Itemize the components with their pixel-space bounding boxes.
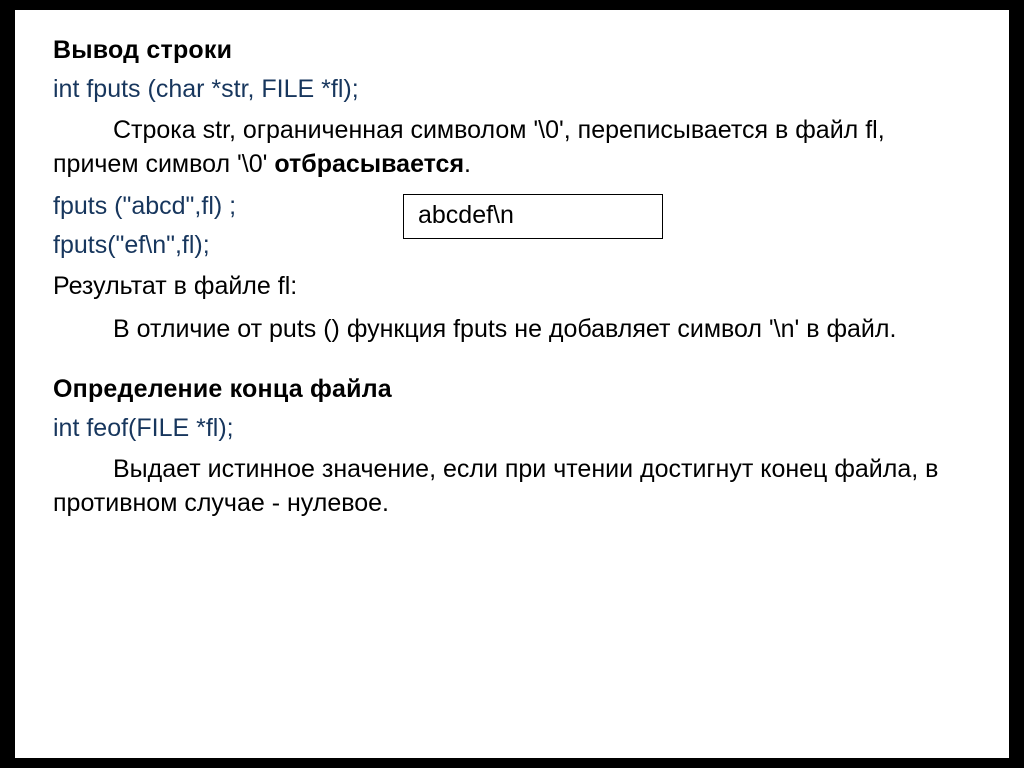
feof-description: Выдает истинное значение, если при чтени… [53, 453, 971, 521]
section1-heading: Вывод строки [53, 36, 971, 65]
section2-heading: Определение конца файла [53, 375, 971, 404]
code-line-1: fputs ("abcd",fl) ; [53, 192, 403, 221]
fputs-note: В отличие от puts () функция fputs не до… [53, 313, 971, 347]
code-column: fputs ("abcd",fl) ; fputs("ef\n",fl); [53, 192, 403, 270]
spacer [53, 357, 971, 375]
desc-text-c: . [464, 150, 471, 178]
code-row: fputs ("abcd",fl) ; fputs("ef\n",fl); ab… [53, 192, 971, 270]
fputs-signature: int fputs (char *str, FILE *fl); [53, 75, 971, 104]
feof-signature: int feof(FILE *fl); [53, 414, 971, 443]
fputs-description: Строка str, ограниченная символом '\0', … [53, 114, 971, 182]
code-line-2: fputs("ef\n",fl); [53, 231, 403, 260]
result-label: Результат в файле fl: [53, 270, 971, 304]
slide-page: Вывод строки int fputs (char *str, FILE … [15, 10, 1009, 758]
output-box-wrap: abcdef\n [403, 192, 663, 239]
desc-text-bold: отбрасывается [274, 150, 464, 178]
output-box: abcdef\n [403, 194, 663, 239]
